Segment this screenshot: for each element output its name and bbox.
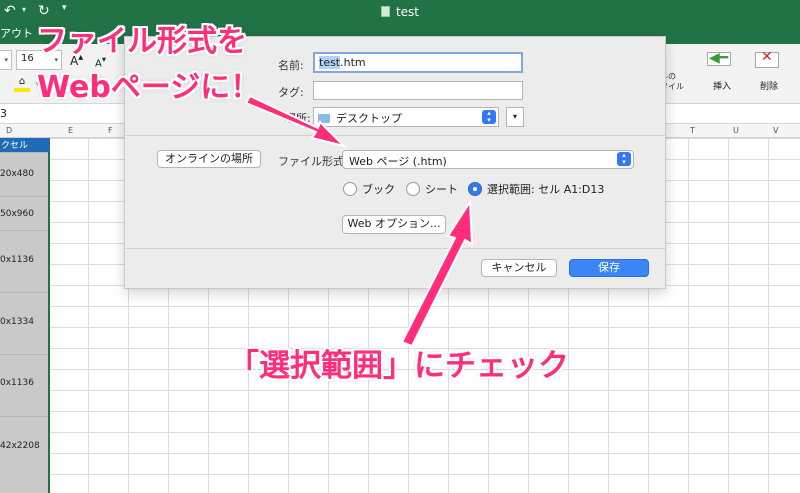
arrow-to-selection — [400, 198, 474, 348]
annotation-callout-format-line2: Webページに！ — [37, 70, 261, 105]
annotation-callout-format-line1: ファイル形式を — [37, 24, 247, 59]
arrow-to-format — [244, 94, 348, 148]
annotation-callout-selection: 「選択範囲」にチェック — [228, 348, 569, 384]
